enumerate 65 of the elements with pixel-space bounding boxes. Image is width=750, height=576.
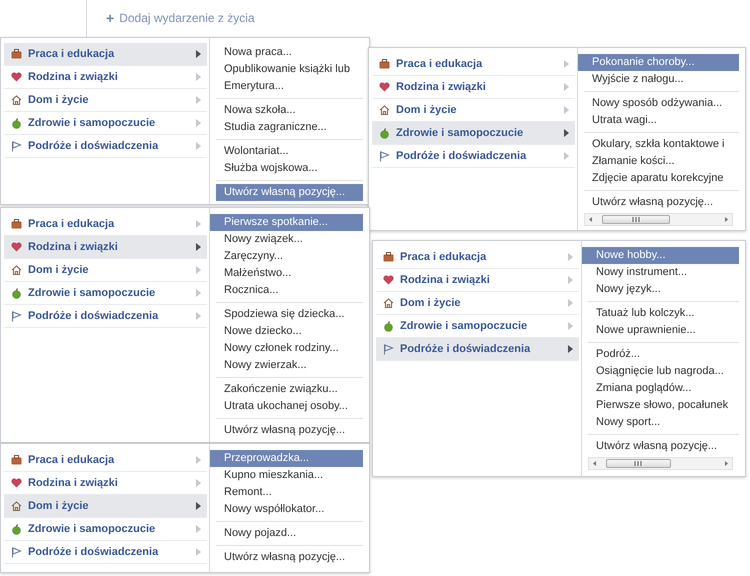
category-item[interactable]: Zdrowie i samopoczucie bbox=[372, 122, 575, 145]
chevron-right-icon bbox=[196, 548, 201, 556]
flag-icon bbox=[11, 140, 22, 152]
briefcase-icon bbox=[11, 49, 22, 59]
briefcase-icon bbox=[383, 252, 394, 262]
chevron-right-icon bbox=[564, 83, 569, 91]
house-icon bbox=[379, 105, 390, 115]
chevron-right-icon bbox=[196, 73, 201, 81]
chevron-right-icon bbox=[564, 60, 569, 68]
chevron-right-icon bbox=[564, 129, 569, 137]
chevron-right-icon bbox=[568, 299, 573, 307]
grip-icon bbox=[634, 461, 642, 466]
chevron-right-icon bbox=[568, 322, 573, 330]
grip-icon bbox=[632, 217, 640, 222]
submenu-item[interactable]: Utwórz własną pozycję... bbox=[216, 184, 363, 201]
horizontal-scrollbar[interactable] bbox=[584, 213, 733, 226]
flag-icon bbox=[11, 546, 22, 558]
apple-icon bbox=[379, 128, 390, 138]
house-icon bbox=[11, 265, 22, 275]
submenu-item[interactable]: Nowe hobby... bbox=[582, 247, 739, 264]
house-icon bbox=[11, 501, 22, 511]
briefcase-icon bbox=[379, 59, 390, 69]
flag-icon bbox=[379, 150, 390, 162]
submenu-item[interactable]: Przeprowadzka... bbox=[210, 450, 363, 467]
heart-icon bbox=[383, 275, 394, 285]
heart-icon bbox=[379, 82, 390, 92]
chevron-right-icon bbox=[196, 312, 201, 320]
chevron-right-icon bbox=[196, 266, 201, 274]
horizontal-scrollbar[interactable] bbox=[588, 457, 733, 470]
house-icon bbox=[383, 298, 394, 308]
chevron-right-icon bbox=[568, 253, 573, 261]
chevron-right-icon bbox=[196, 479, 201, 487]
briefcase-icon bbox=[11, 455, 22, 465]
heart-icon bbox=[11, 478, 22, 488]
chevron-right-icon bbox=[196, 289, 201, 297]
chevron-right-icon bbox=[564, 152, 569, 160]
category-item[interactable]: Rodzina i związki bbox=[4, 236, 207, 259]
heart-icon bbox=[11, 242, 22, 252]
heart-icon bbox=[11, 72, 22, 82]
apple-icon bbox=[383, 320, 394, 332]
house-icon bbox=[11, 95, 22, 105]
chevron-right-icon bbox=[196, 243, 201, 251]
flag-icon bbox=[11, 310, 22, 322]
submenu-item[interactable]: Pokonanie choroby... bbox=[578, 54, 739, 71]
chevron-right-icon bbox=[196, 119, 201, 127]
chevron-right-icon bbox=[196, 502, 201, 510]
apple-icon bbox=[11, 288, 22, 298]
add-icon: + bbox=[106, 11, 114, 25]
chevron-right-icon bbox=[196, 50, 201, 58]
submenu-item[interactable]: Pierwsze spotkanie... bbox=[210, 214, 363, 231]
chevron-right-icon bbox=[196, 142, 201, 150]
briefcase-icon bbox=[11, 219, 22, 229]
category-item[interactable]: Praca i edukacja bbox=[4, 43, 207, 66]
chevron-right-icon bbox=[568, 345, 573, 353]
chevron-right-icon bbox=[196, 96, 201, 104]
category-item[interactable]: Podróże i doświadczenia bbox=[376, 338, 579, 361]
apple-icon bbox=[11, 524, 22, 534]
flag-icon bbox=[383, 344, 394, 354]
category-item[interactable]: Dom i życie bbox=[4, 495, 207, 518]
chevron-right-icon bbox=[564, 106, 569, 114]
chevron-right-icon bbox=[196, 525, 201, 533]
chevron-right-icon bbox=[196, 456, 201, 464]
chevron-right-icon bbox=[568, 276, 573, 284]
chevron-right-icon bbox=[196, 220, 201, 228]
apple-icon bbox=[11, 118, 22, 128]
